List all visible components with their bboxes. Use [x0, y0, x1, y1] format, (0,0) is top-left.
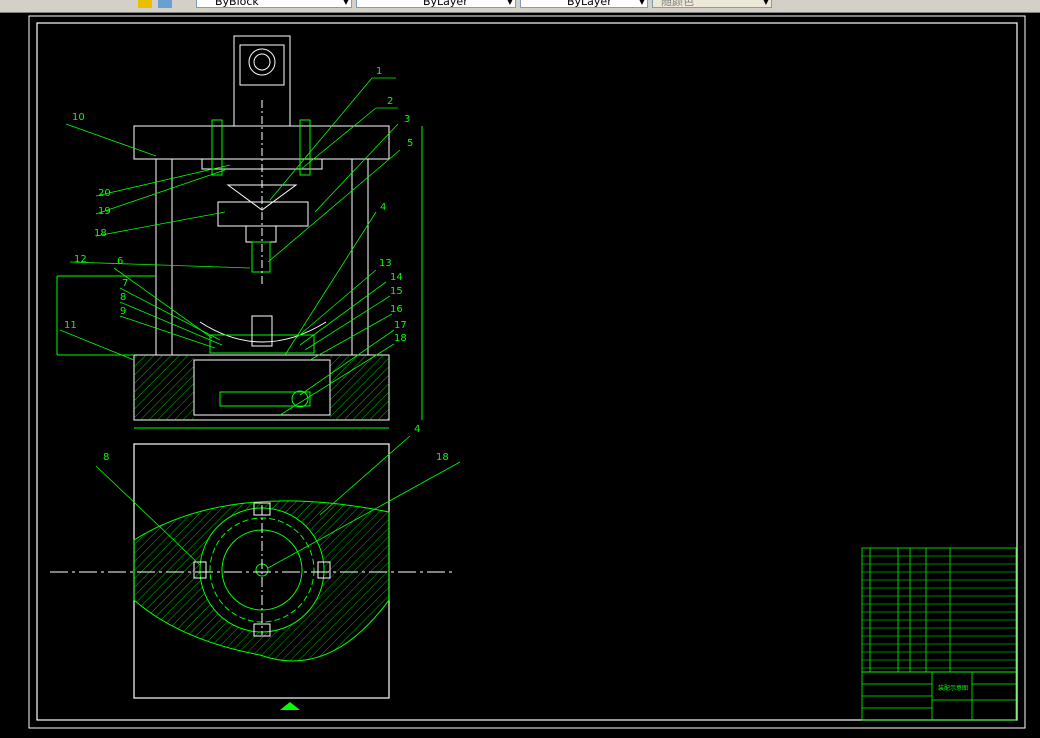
callout-label: 1	[376, 66, 382, 77]
cad-drawing: 1 2 3 5 4 13 14 15 16 17 18 10 20 19 18 …	[28, 15, 1026, 729]
title-block	[861, 671, 1017, 721]
chevron-down-icon[interactable]: ▼	[763, 0, 769, 7]
callout-label: 13	[379, 258, 392, 269]
chevron-down-icon[interactable]: ▼	[507, 0, 513, 7]
callout-label: 2	[387, 96, 393, 107]
callout-label: 4	[414, 424, 420, 435]
parts-list-rows	[862, 555, 1016, 669]
callout-label: 9	[120, 306, 126, 317]
layer-dropdown[interactable]: ByBlock ▼	[196, 0, 352, 8]
layer-dropdown-value: ByBlock	[215, 0, 259, 8]
plotstyle-dropdown[interactable]: 随颜色 ▼	[652, 0, 772, 8]
callout-label: 12	[74, 254, 87, 265]
callout-label: 17	[394, 320, 407, 331]
linetype-dropdown-value: ByLayer	[423, 0, 468, 8]
callout-label: 5	[407, 138, 413, 149]
command-line[interactable]	[0, 734, 1040, 738]
chevron-down-icon[interactable]: ▼	[639, 0, 645, 7]
callout-label: 15	[390, 286, 403, 297]
callout-label: 8	[103, 452, 109, 463]
lineweight-dropdown-value: ByLayer	[567, 0, 612, 8]
callout-label: 8	[120, 292, 126, 303]
chevron-down-icon[interactable]: ▼	[343, 0, 349, 7]
front-view	[56, 35, 423, 429]
top-view	[50, 435, 461, 710]
callout-label: 3	[404, 114, 410, 125]
title-block-name: 装配示意图	[938, 684, 968, 692]
layer-stack-icon[interactable]	[158, 0, 172, 8]
callout-label: 6	[117, 256, 123, 267]
linetype-dropdown[interactable]: ByLayer ▼	[356, 0, 516, 8]
callout-label: 11	[64, 320, 77, 331]
lineweight-dropdown[interactable]: ByLayer ▼	[520, 0, 648, 8]
callout-label: 16	[390, 304, 403, 315]
plotstyle-dropdown-value: 随颜色	[661, 0, 694, 8]
callout-label: 10	[72, 112, 85, 123]
callout-label: 19	[98, 206, 111, 217]
callout-label: 18	[436, 452, 449, 463]
callout-label: 7	[122, 278, 128, 289]
callout-label: 4	[380, 202, 386, 213]
drawing-canvas[interactable]: 1 2 3 5 4 13 14 15 16 17 18 10 20 19 18 …	[0, 12, 1040, 734]
callout-label: 14	[390, 272, 403, 283]
callout-label: 18	[94, 228, 107, 239]
color-swatch-icon[interactable]	[138, 0, 152, 8]
callout-label: 18	[394, 333, 407, 344]
callout-label: 20	[98, 188, 111, 199]
parts-list-table	[861, 547, 1017, 673]
